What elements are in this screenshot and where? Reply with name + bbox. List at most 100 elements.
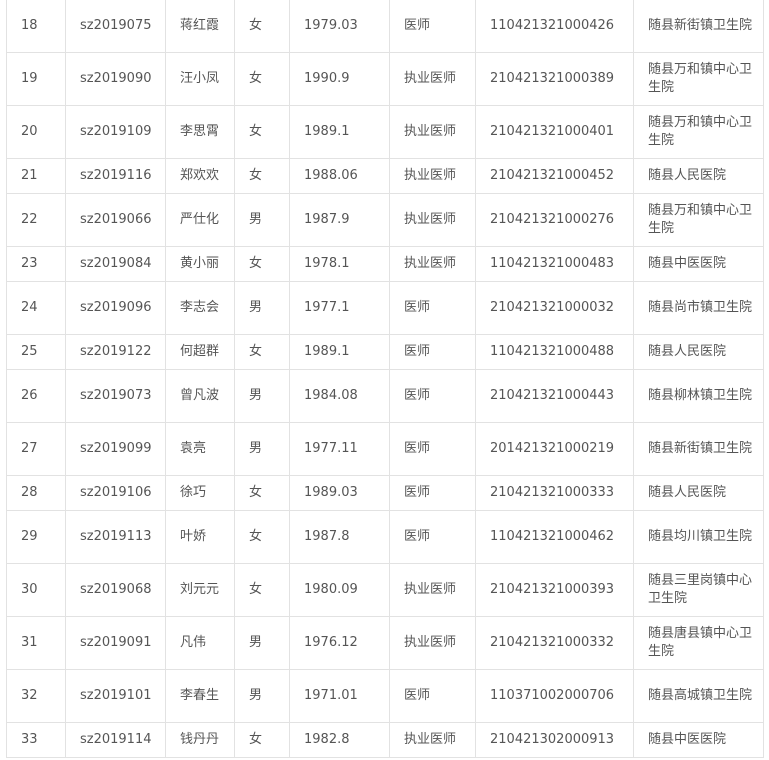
- certificate-number-cell: 110421321000483: [475, 246, 634, 282]
- birth-date-cell: 1978.1: [289, 246, 390, 282]
- birth-date-cell: 1971.01: [289, 669, 390, 723]
- qualification-cell: 执业医师: [389, 193, 476, 247]
- birth-date-cell: 1977.11: [289, 422, 390, 476]
- applicant-id-cell: sz2019096: [65, 281, 166, 335]
- qualification-cell: 医师: [389, 669, 476, 723]
- name-cell: 李思霄: [165, 105, 235, 159]
- row-number-cell: 29: [6, 510, 66, 564]
- birth-date-cell: 1989.1: [289, 105, 390, 159]
- workplace-cell: 随县人民医院: [633, 475, 764, 511]
- name-cell: 汪小凤: [165, 52, 235, 106]
- name-cell: 徐巧: [165, 475, 235, 511]
- row-number-cell: 19: [6, 52, 66, 106]
- birth-date-cell: 1977.1: [289, 281, 390, 335]
- gender-cell: 女: [234, 52, 290, 106]
- applicant-id-cell: sz2019122: [65, 334, 166, 370]
- applicant-id-cell: sz2019109: [65, 105, 166, 159]
- table-row: 29 sz2019113 叶娇女 1987.8 医师 110421321000462 随县均…: [6, 510, 764, 564]
- gender-cell: 男: [234, 422, 290, 476]
- row-number-cell: 21: [6, 158, 66, 194]
- certificate-number-cell: 210421321000276: [475, 193, 634, 247]
- name-cell: 曾凡波: [165, 369, 235, 423]
- applicant-id-cell: sz2019099: [65, 422, 166, 476]
- gender-cell: 女: [234, 0, 290, 53]
- gender-cell: 女: [234, 105, 290, 159]
- name-cell: 刘元元: [165, 563, 235, 617]
- certificate-number-cell: 210421321000032: [475, 281, 634, 335]
- birth-date-cell: 1982.8: [289, 722, 390, 758]
- table-row: 26 sz2019073 曾凡波男 1984.08 医师 210421321000443 随…: [6, 369, 764, 423]
- name-cell: 黄小丽: [165, 246, 235, 282]
- birth-date-cell: 1984.08: [289, 369, 390, 423]
- applicant-id-cell: sz2019075: [65, 0, 166, 53]
- gender-cell: 男: [234, 669, 290, 723]
- row-number-cell: 26: [6, 369, 66, 423]
- qualification-cell: 医师: [389, 510, 476, 564]
- table-row: 25 sz2019122 何超群女 1989.1 医师 110421321000488 随县…: [6, 334, 764, 370]
- gender-cell: 女: [234, 246, 290, 282]
- table-row: 31 sz2019091 凡伟男 1976.12 执业医师 210421321000332…: [6, 616, 764, 670]
- workplace-cell: 随县中医医院: [633, 246, 764, 282]
- workplace-cell: 随县中医医院: [633, 722, 764, 758]
- certificate-number-cell: 210421302000913: [475, 722, 634, 758]
- gender-cell: 男: [234, 616, 290, 670]
- name-cell: 何超群: [165, 334, 235, 370]
- workplace-cell: 随县唐县镇中心卫生院: [633, 616, 764, 670]
- row-number-cell: 24: [6, 281, 66, 335]
- qualification-cell: 执业医师: [389, 563, 476, 617]
- table-row: 24 sz2019096 李志会男 1977.1 医师 210421321000032 随县…: [6, 281, 764, 335]
- workplace-cell: 随县高城镇卫生院: [633, 669, 764, 723]
- gender-cell: 女: [234, 158, 290, 194]
- certificate-number-cell: 210421321000333: [475, 475, 634, 511]
- name-cell: 严仕化: [165, 193, 235, 247]
- birth-date-cell: 1988.06: [289, 158, 390, 194]
- row-number-cell: 33: [6, 722, 66, 758]
- workplace-cell: 随县新街镇卫生院: [633, 0, 764, 53]
- workplace-cell: 随县三里岗镇中心卫生院: [633, 563, 764, 617]
- table-row: 22 sz2019066 严仕化男 1987.9 执业医师 210421321000276…: [6, 193, 764, 247]
- qualification-cell: 执业医师: [389, 158, 476, 194]
- qualification-cell: 医师: [389, 475, 476, 511]
- certificate-number-cell: 201421321000219: [475, 422, 634, 476]
- workplace-cell: 随县万和镇中心卫生院: [633, 105, 764, 159]
- workplace-cell: 随县万和镇中心卫生院: [633, 52, 764, 106]
- row-number-cell: 30: [6, 563, 66, 617]
- birth-date-cell: 1989.1: [289, 334, 390, 370]
- row-number-cell: 25: [6, 334, 66, 370]
- table-row: 32 sz2019101 李春生男 1971.01 医师 110371002000706 随…: [6, 669, 764, 723]
- qualification-cell: 医师: [389, 422, 476, 476]
- row-number-cell: 31: [6, 616, 66, 670]
- birth-date-cell: 1987.8: [289, 510, 390, 564]
- table-row: 23 sz2019084 黄小丽女 1978.1 执业医师 110421321000483…: [6, 246, 764, 282]
- name-cell: 钱丹丹: [165, 722, 235, 758]
- qualification-cell: 执业医师: [389, 616, 476, 670]
- workplace-cell: 随县均川镇卫生院: [633, 510, 764, 564]
- qualification-cell: 执业医师: [389, 105, 476, 159]
- name-cell: 蒋红霞: [165, 0, 235, 53]
- birth-date-cell: 1987.9: [289, 193, 390, 247]
- workplace-cell: 随县柳林镇卫生院: [633, 369, 764, 423]
- workplace-cell: 随县人民医院: [633, 334, 764, 370]
- name-cell: 郑欢欢: [165, 158, 235, 194]
- certificate-number-cell: 210421321000401: [475, 105, 634, 159]
- row-number-cell: 20: [6, 105, 66, 159]
- gender-cell: 男: [234, 193, 290, 247]
- name-cell: 叶娇: [165, 510, 235, 564]
- row-number-cell: 23: [6, 246, 66, 282]
- birth-date-cell: 1976.12: [289, 616, 390, 670]
- certificate-number-cell: 210421321000393: [475, 563, 634, 617]
- table-row: 27 sz2019099 袁亮男 1977.11 医师 201421321000219 随县…: [6, 422, 764, 476]
- name-cell: 袁亮: [165, 422, 235, 476]
- row-number-cell: 28: [6, 475, 66, 511]
- table-row: 18 sz2019075 蒋红霞女 1979.03 医师 110421321000426 随…: [6, 0, 764, 53]
- qualification-cell: 执业医师: [389, 52, 476, 106]
- row-number-cell: 18: [6, 0, 66, 53]
- applicant-id-cell: sz2019106: [65, 475, 166, 511]
- applicant-id-cell: sz2019068: [65, 563, 166, 617]
- gender-cell: 男: [234, 281, 290, 335]
- birth-date-cell: 1979.03: [289, 0, 390, 53]
- certificate-number-cell: 210421321000452: [475, 158, 634, 194]
- applicant-id-cell: sz2019113: [65, 510, 166, 564]
- applicant-id-cell: sz2019084: [65, 246, 166, 282]
- applicant-id-cell: sz2019073: [65, 369, 166, 423]
